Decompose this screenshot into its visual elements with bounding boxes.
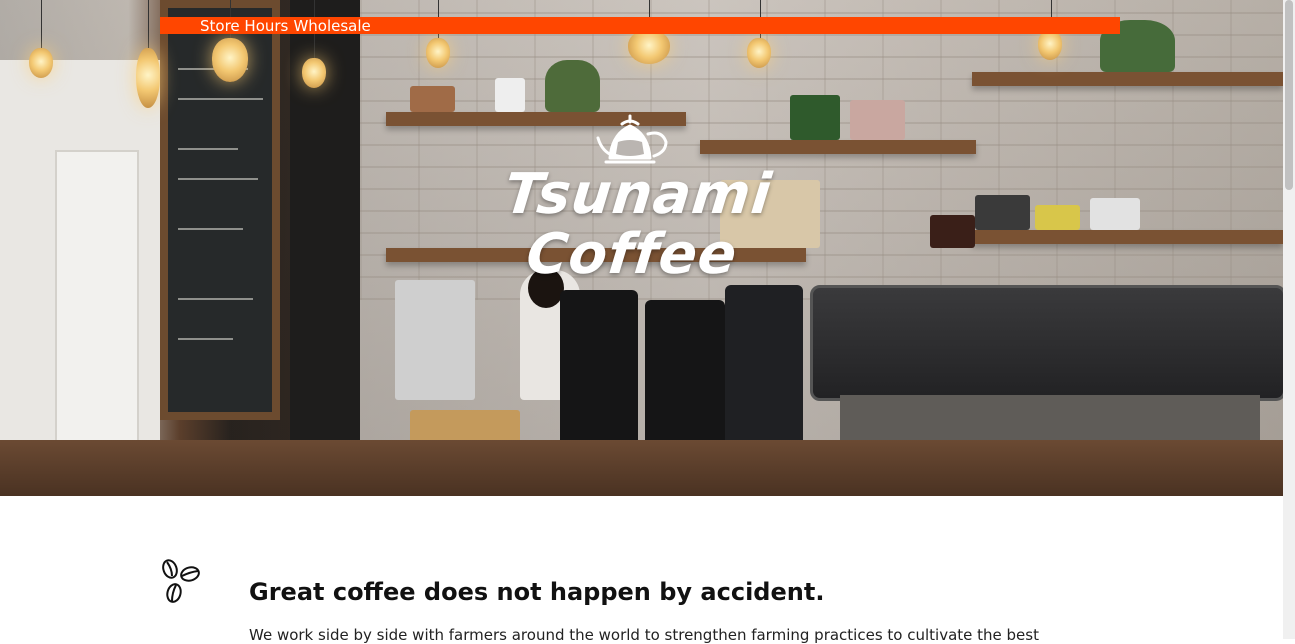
shelf: [972, 230, 1283, 244]
intro-heading: Great coffee does not happen by accident…: [249, 578, 825, 606]
pendant-light: [1038, 30, 1062, 60]
pendant-light: [302, 58, 326, 88]
pendant-light: [747, 38, 771, 68]
brand-logo-line2: Coffee: [523, 222, 741, 287]
shelf: [972, 72, 1283, 86]
pendant-light: [628, 30, 670, 64]
nav-links: Store Hours Wholesale: [200, 17, 371, 35]
pendant-light: [136, 48, 160, 108]
espresso-machine: [810, 285, 1283, 401]
brand-logo-line1: Tsunami: [501, 162, 776, 227]
nav-link-wholesale[interactable]: Wholesale: [293, 17, 370, 35]
counter: [0, 440, 1283, 496]
shelf: [700, 140, 976, 154]
door: [55, 150, 139, 444]
coffee-beans-icon: [162, 559, 200, 603]
top-nav: Store Hours Wholesale: [160, 17, 1120, 35]
page-scrollbar-thumb[interactable]: [1285, 0, 1293, 190]
pendant-light: [29, 48, 53, 78]
pendant-light: [426, 38, 450, 68]
nav-link-store-hours[interactable]: Store Hours: [200, 17, 288, 35]
pendant-light: [212, 38, 248, 82]
intro-body: We work side by side with farmers around…: [249, 626, 1039, 644]
brand-logo[interactable]: Tsunami Coffee: [494, 162, 777, 287]
